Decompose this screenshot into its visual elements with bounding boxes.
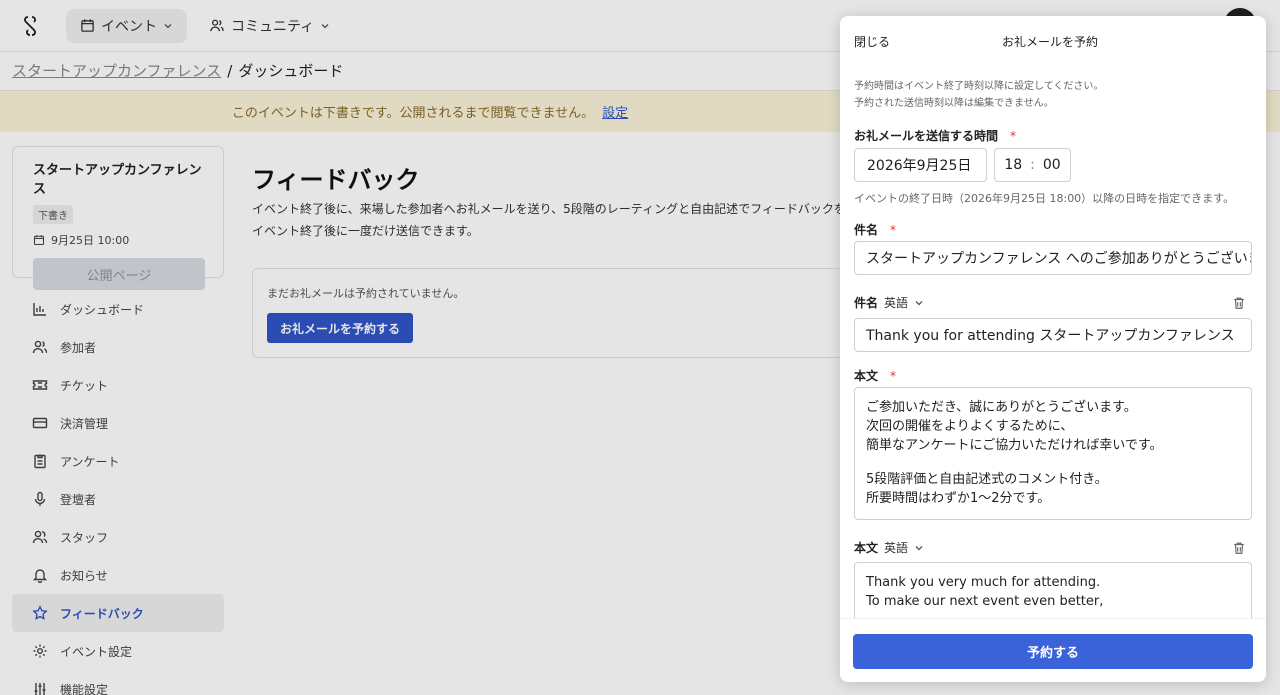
modal-note-line: 予約時間はイベント終了時刻以降に設定してください。 (854, 81, 1104, 92)
required-mark: * (890, 222, 897, 237)
chevron-down-icon (915, 300, 923, 305)
required-mark: * (1010, 128, 1017, 143)
modal-footer: 予約する (840, 618, 1266, 682)
language-select-value: 英語 (884, 296, 909, 310)
body-label-text: 本文 (854, 369, 879, 383)
time-input[interactable]: 18 : 00 (994, 148, 1071, 182)
subject-en-label-text: 件名 (854, 296, 879, 310)
body-line: 所要時間はわずか1〜2分です。 (866, 491, 1051, 506)
body-line: ご参加いただき、誠にありがとうございます。 (866, 400, 1137, 415)
chevron-down-icon (915, 545, 923, 550)
schedule-submit-button[interactable]: 予約する (853, 634, 1253, 669)
datetime-hint: イベントの終了日時（2026年9月25日 18:00）以降の日時を指定できます。 (854, 192, 1235, 205)
language-select[interactable]: 英語 (884, 539, 924, 556)
body-textarea[interactable]: ご参加いただき、誠にありがとうございます。 次回の開催をよりよくするために、 簡… (854, 387, 1252, 520)
body-en-line: Thank you very much for attending. (866, 575, 1101, 590)
subject-label-text: 件名 (854, 223, 879, 237)
time-separator: : (1030, 157, 1035, 173)
body-line: 5段階評価と自由記述式のコメント付き。 (866, 472, 1108, 487)
body-line: 簡単なアンケートにご協力いただければ幸いです。 (866, 438, 1163, 453)
date-input[interactable]: 2026年9月25日 (854, 148, 987, 182)
body-label: 本文 * (854, 367, 896, 384)
body-en-label-text: 本文 (854, 541, 879, 555)
modal-note: 予約時間はイベント終了時刻以降に設定してください。 予約された送信時刻以降は編集… (854, 78, 1103, 112)
modal-note-line: 予約された送信時刻以降は編集できません。 (854, 98, 1054, 109)
minute-value[interactable]: 00 (1043, 157, 1061, 173)
close-button[interactable]: 閉じる (854, 33, 890, 50)
subject-label: 件名 * (854, 221, 896, 238)
subject-en-label: 件名 英語 (854, 294, 924, 311)
body-line: 次回の開催をよりよくするために、 (866, 419, 1074, 434)
language-select[interactable]: 英語 (884, 294, 924, 311)
modal-title: お礼メールを予約 (1002, 35, 1099, 49)
send-time-label: お礼メールを送信する時間 * (854, 127, 1016, 144)
trash-icon[interactable] (1232, 541, 1246, 555)
required-mark: * (890, 368, 897, 383)
subject-input[interactable]: スタートアップカンファレンス へのご参加ありがとうございました (854, 241, 1252, 275)
body-en-line: To make our next event even better, (866, 594, 1104, 609)
date-value: 2026年9月25日 (867, 158, 972, 174)
schedule-thank-you-modal: 閉じる お礼メールを予約 予約時間はイベント終了時刻以降に設定してください。 予… (840, 16, 1266, 682)
trash-icon[interactable] (1232, 296, 1246, 310)
send-time-label-text: お礼メールを送信する時間 (854, 129, 999, 143)
language-select-value: 英語 (884, 541, 909, 555)
body-en-label: 本文 英語 (854, 539, 924, 556)
subject-en-input[interactable]: Thank you for attending スタートアップカンファレンス (854, 318, 1252, 352)
hour-value[interactable]: 18 (1004, 157, 1022, 173)
